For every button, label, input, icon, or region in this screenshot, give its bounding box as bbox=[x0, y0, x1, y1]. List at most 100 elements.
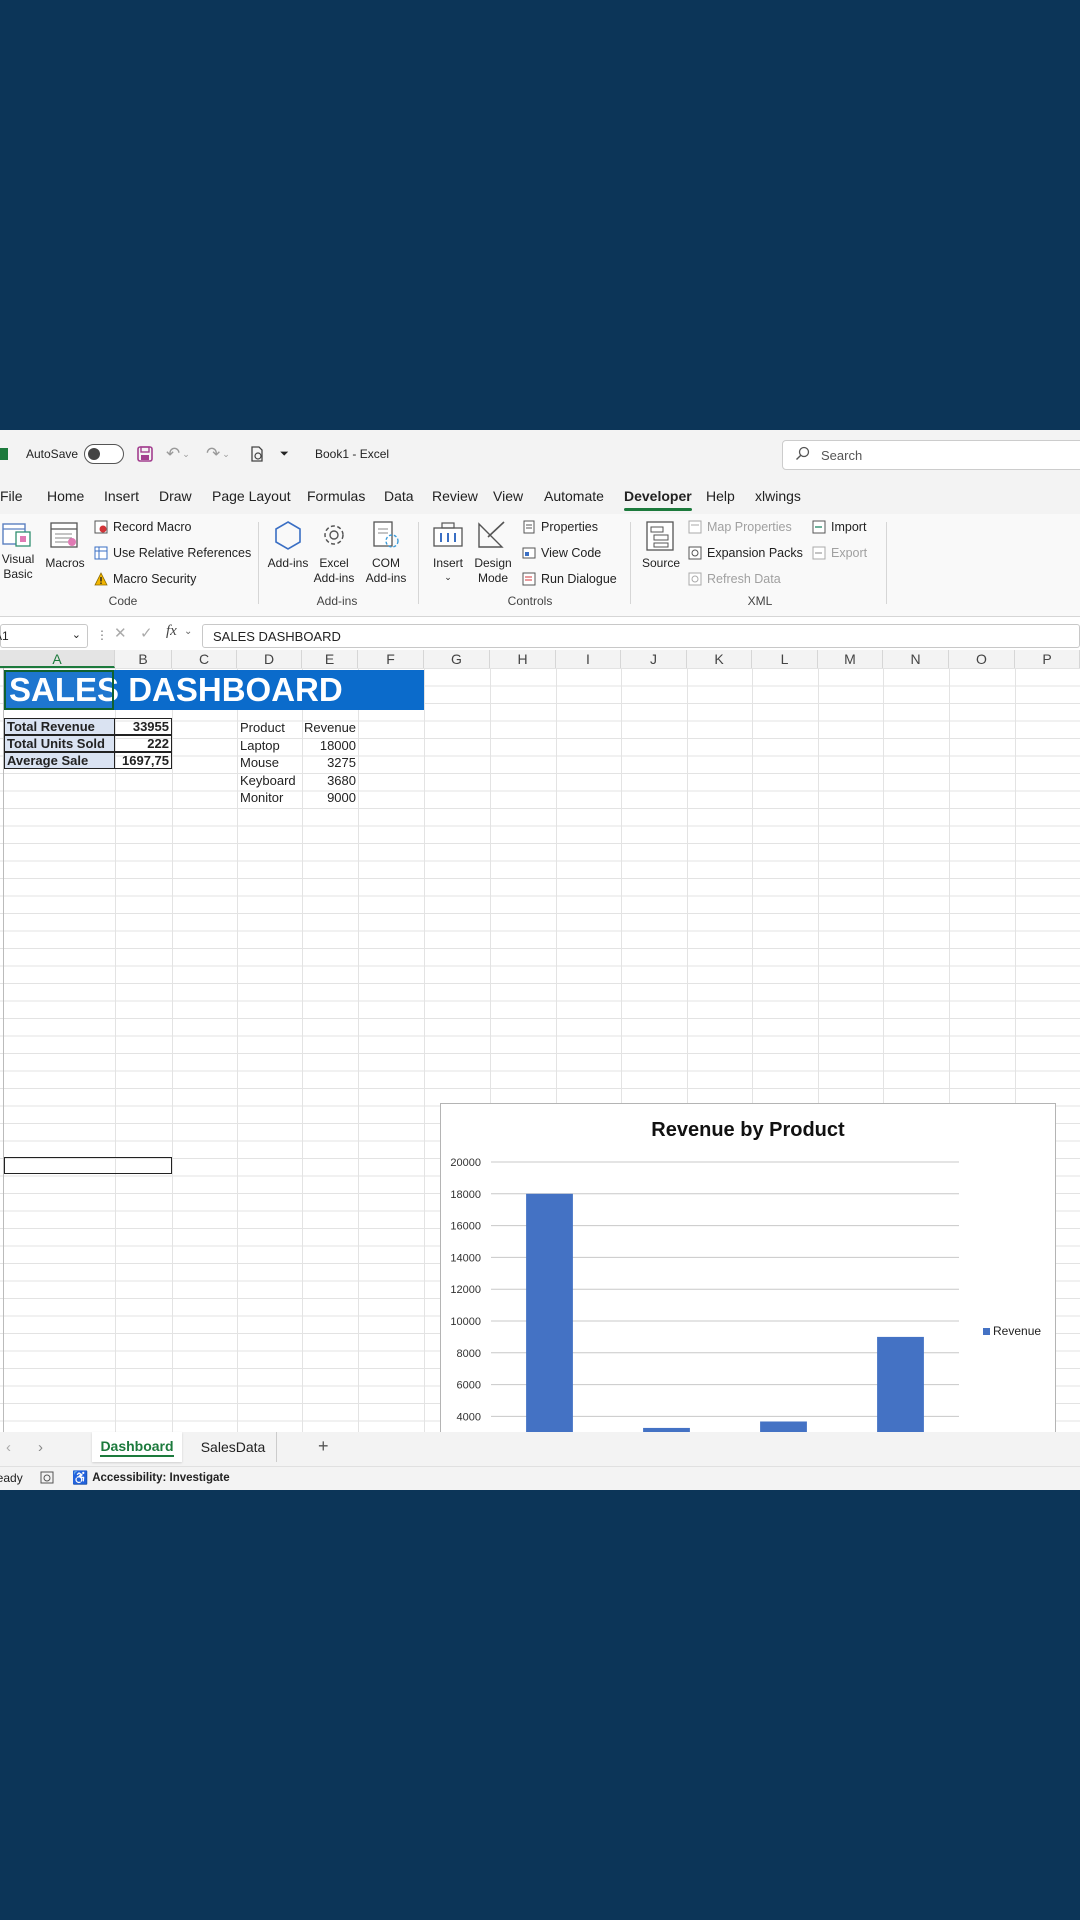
view-code-button[interactable]: View Code bbox=[522, 546, 601, 560]
accessibility-status[interactable]: ♿ Accessibility: Investigate bbox=[72, 1470, 230, 1486]
search-box[interactable]: Search bbox=[782, 440, 1080, 470]
tab-view[interactable]: View bbox=[493, 478, 523, 514]
title-bar: AutoSave ↶ ⌄ ↷ ⌄ ⏷ Book1 - Excel Search bbox=[0, 430, 1080, 478]
formula-input[interactable]: SALES DASHBOARD bbox=[202, 624, 1080, 648]
worksheet-grid[interactable]: SALES DASHBOARD Total Revenue 33955 Tota… bbox=[0, 668, 1080, 1490]
column-header-k[interactable]: K bbox=[687, 650, 752, 668]
expansion-packs-button[interactable]: Expansion Packs bbox=[688, 546, 803, 560]
addins-group-label: Add-ins bbox=[316, 594, 358, 608]
properties-button[interactable]: Properties bbox=[522, 520, 598, 534]
relative-references-icon bbox=[94, 546, 108, 560]
redo-icon[interactable]: ↷ ⌄ bbox=[206, 430, 230, 478]
visual-basic-icon bbox=[2, 523, 31, 547]
tab-review[interactable]: Review bbox=[432, 478, 478, 514]
export-label: Export bbox=[831, 546, 868, 560]
tab-xlwings[interactable]: xlwings bbox=[755, 478, 801, 514]
macro-recording-icon[interactable] bbox=[40, 1471, 54, 1487]
export-button[interactable]: Export bbox=[812, 546, 867, 560]
kpi-value: 1697,75 bbox=[122, 753, 169, 768]
tab-home[interactable]: Home bbox=[47, 478, 84, 514]
scroll-left-icon[interactable]: ‹ bbox=[6, 1439, 11, 1456]
refresh-data-button[interactable]: Refresh Data bbox=[688, 572, 781, 586]
table-cell-revenue[interactable]: 3680 bbox=[304, 772, 356, 789]
import-button[interactable]: Import bbox=[812, 520, 866, 534]
column-header-i[interactable]: I bbox=[556, 650, 621, 668]
column-header-n[interactable]: N bbox=[883, 650, 949, 668]
tab-draw[interactable]: Draw bbox=[159, 478, 192, 514]
column-header-a[interactable]: A bbox=[0, 650, 115, 668]
column-header-b[interactable]: B bbox=[115, 650, 172, 668]
tab-help[interactable]: Help bbox=[706, 478, 735, 514]
column-header-d[interactable]: D bbox=[237, 650, 302, 668]
kpi-average-sale[interactable]: Average Sale 1697,75 bbox=[4, 752, 172, 769]
table-cell-revenue[interactable]: 9000 bbox=[304, 789, 356, 806]
run-dialogue-icon bbox=[522, 572, 536, 586]
print-preview-icon[interactable] bbox=[248, 430, 266, 478]
add-sheet-button[interactable]: + bbox=[318, 1436, 329, 1457]
name-box-value: A1 bbox=[0, 629, 9, 643]
enter-icon[interactable]: ✓ bbox=[140, 624, 153, 642]
table-cell-revenue[interactable]: 18000 bbox=[304, 737, 356, 754]
refresh-data-label: Refresh Data bbox=[707, 572, 781, 586]
table-cell-revenue[interactable]: 3275 bbox=[304, 754, 356, 771]
cancel-icon[interactable]: ✕ bbox=[114, 624, 127, 642]
column-header-l[interactable]: L bbox=[752, 650, 818, 668]
column-header-g[interactable]: G bbox=[424, 650, 490, 668]
macro-security-button[interactable]: Macro Security bbox=[94, 572, 196, 586]
autosave-toggle[interactable] bbox=[84, 444, 124, 464]
column-header-j[interactable]: J bbox=[621, 650, 687, 668]
tab-data[interactable]: Data bbox=[384, 478, 414, 514]
formula-content: SALES DASHBOARD bbox=[213, 628, 341, 644]
code-group-label: Code bbox=[108, 594, 138, 608]
record-macro-button[interactable]: Record Macro bbox=[94, 520, 192, 534]
table-cell-product[interactable]: Mouse bbox=[240, 754, 279, 771]
kpi-total-revenue[interactable]: Total Revenue 33955 bbox=[4, 718, 172, 735]
accessibility-icon: ♿ bbox=[72, 1470, 89, 1485]
table-header-product[interactable]: Product bbox=[240, 719, 285, 736]
table-cell-product[interactable]: Monitor bbox=[240, 789, 283, 806]
tab-automate[interactable]: Automate bbox=[544, 478, 604, 514]
ribbon-separator bbox=[418, 522, 419, 604]
column-header-o[interactable]: O bbox=[949, 650, 1015, 668]
map-properties-button[interactable]: Map Properties bbox=[688, 520, 792, 534]
sheet-tab-label: SalesData bbox=[200, 1439, 266, 1455]
scroll-right-icon[interactable]: › bbox=[38, 1439, 43, 1456]
sheet-tab-salesdata[interactable]: SalesData bbox=[190, 1432, 277, 1462]
tab-file[interactable]: File bbox=[0, 478, 23, 514]
column-header-m[interactable]: M bbox=[818, 650, 883, 668]
y-tick-label: 18000 bbox=[450, 1189, 481, 1201]
gridline bbox=[237, 668, 238, 1436]
column-header-p[interactable]: P bbox=[1015, 650, 1080, 668]
name-box[interactable]: A1 ⌄ bbox=[0, 624, 88, 648]
chevron-down-icon: ⌄ bbox=[184, 626, 193, 637]
macros-icon bbox=[50, 522, 78, 548]
tab-insert[interactable]: Insert bbox=[104, 478, 139, 514]
gridline bbox=[424, 668, 425, 1436]
kpi-label: Total Units Sold bbox=[5, 736, 115, 751]
customize-toolbar-icon[interactable]: ⏷ bbox=[280, 430, 289, 478]
more-options-icon[interactable]: ⋮ bbox=[96, 628, 108, 642]
export-icon bbox=[812, 546, 826, 560]
tab-developer[interactable]: Developer bbox=[624, 478, 692, 514]
column-header-h[interactable]: H bbox=[490, 650, 556, 668]
kpi-total-units[interactable]: Total Units Sold 222 bbox=[4, 735, 172, 752]
table-header-revenue[interactable]: Revenue bbox=[304, 719, 356, 736]
tab-formulas[interactable]: Formulas bbox=[307, 478, 365, 514]
tab-page-layout[interactable]: Page Layout bbox=[212, 478, 291, 514]
column-header-c[interactable]: C bbox=[172, 650, 237, 668]
sheet-tab-label: Dashboard bbox=[100, 1438, 174, 1457]
column-header-f[interactable]: F bbox=[358, 650, 424, 668]
selected-cell-a1[interactable] bbox=[4, 670, 114, 710]
use-relative-references-button[interactable]: Use Relative References bbox=[94, 546, 251, 560]
column-header-e[interactable]: E bbox=[302, 650, 358, 668]
table-cell-product[interactable]: Laptop bbox=[240, 737, 280, 754]
chart-title: Revenue by Product bbox=[651, 1119, 845, 1141]
sheet-tab-dashboard[interactable]: Dashboard bbox=[92, 1432, 182, 1462]
save-icon[interactable] bbox=[136, 430, 154, 478]
table-cell-product[interactable]: Keyboard bbox=[240, 772, 296, 789]
document-title: Book1 - Excel bbox=[315, 447, 390, 461]
run-dialogue-button[interactable]: Run Dialogue bbox=[522, 572, 617, 586]
insert-function-button[interactable]: fx bbox=[166, 623, 177, 640]
autosave-label: AutoSave bbox=[26, 447, 79, 461]
undo-icon[interactable]: ↶ ⌄ bbox=[166, 430, 190, 478]
